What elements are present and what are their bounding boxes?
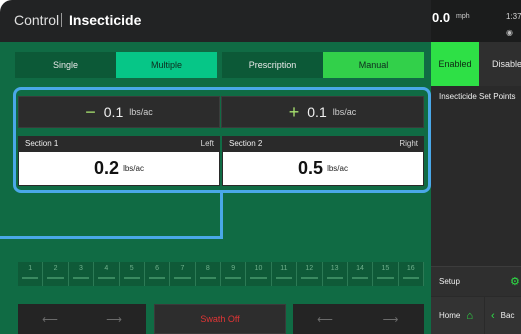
section-cell: 4 (94, 262, 120, 286)
section-number: 13 (330, 265, 339, 272)
section-cell: 6 (145, 262, 171, 286)
section-indicator (22, 277, 39, 279)
section-number: 11 (280, 265, 288, 272)
section-indicator (98, 277, 115, 279)
section-cell: 3 (69, 262, 95, 286)
callout-highlight (13, 87, 431, 193)
breadcrumb-separator (61, 13, 62, 27)
shift-left-button-2[interactable]: ⟵ (293, 304, 357, 334)
page-title: Insecticide (69, 12, 142, 28)
multiple-mode-button[interactable]: Multiple (116, 52, 217, 78)
section-number: 1 (28, 265, 33, 272)
swath-off-button[interactable]: Swath Off (154, 304, 286, 334)
section-number: 6 (155, 265, 160, 272)
section-indicator (123, 277, 140, 279)
section-number: 16 (406, 265, 415, 272)
section-indicator (377, 277, 394, 279)
section-number: 15 (381, 265, 390, 272)
manual-mode-button[interactable]: Manual (323, 52, 424, 78)
section-indicator (199, 277, 216, 279)
section-cell: 12 (297, 262, 323, 286)
home-button[interactable]: Home ⌂ (431, 297, 484, 334)
section-indicator (301, 277, 318, 279)
section-cell: 5 (120, 262, 145, 286)
section-number: 2 (53, 265, 58, 272)
section-indicator (148, 277, 166, 279)
back-button[interactable]: ‹ Bac (485, 297, 521, 334)
section-indicator (174, 277, 191, 279)
section-cell: 13 (323, 262, 348, 286)
single-mode-button[interactable]: Single (15, 52, 116, 78)
section-number: 3 (78, 265, 83, 272)
section-indicator (47, 277, 64, 279)
shift-right-button[interactable]: ⟶ (82, 304, 146, 334)
section-number: 5 (129, 265, 134, 272)
section-cell: 14 (348, 262, 374, 286)
section-number: 9 (231, 265, 236, 272)
insecticide-set-points[interactable]: Insecticide Set Points (439, 92, 519, 102)
back-label: Bac (500, 311, 515, 320)
section-number: 12 (305, 265, 314, 272)
section-cell: 1 (18, 262, 44, 286)
callout-line-horizontal (0, 236, 223, 239)
section-cell: 15 (373, 262, 399, 286)
section-number: 7 (180, 265, 185, 272)
setup-label: Setup (439, 277, 460, 286)
section-indicator (275, 277, 293, 279)
section-indicator (351, 277, 369, 279)
setup-button[interactable]: Setup ⚙ (431, 266, 521, 296)
chevron-left-icon: ‹ (491, 309, 495, 322)
section-cell: 2 (43, 262, 69, 286)
section-cell: 16 (399, 262, 424, 286)
section-indicator (250, 277, 267, 279)
speed-readout: 0.0 (432, 10, 451, 25)
section-indicator (402, 277, 419, 279)
section-status-bar: 1 2 3 4 5 6 7 8 9 10 11 12 13 14 15 16 (18, 262, 424, 286)
shift-right-button-2[interactable]: ⟶ (357, 304, 424, 334)
callout-line-vertical (220, 192, 223, 239)
section-indicator (225, 277, 242, 279)
section-number: 14 (356, 265, 364, 272)
disabled-button[interactable]: Disable (479, 42, 521, 86)
section-number: 10 (254, 265, 263, 272)
section-number: 4 (104, 265, 109, 272)
section-cell: 8 (196, 262, 221, 286)
home-label: Home (439, 311, 461, 320)
home-icon: ⌂ (466, 309, 473, 322)
title-bar: Control Insecticide (0, 0, 431, 42)
clock: 1:37 (506, 12, 521, 21)
prescription-mode-button[interactable]: Prescription (222, 52, 323, 78)
app-root: Control Insecticide 0.0 mph 1:37 ◉ Singl… (0, 0, 521, 334)
section-cell: 7 (170, 262, 196, 286)
gear-icon: ⚙ (510, 276, 520, 288)
section-cell: 10 (246, 262, 272, 286)
breadcrumb-control[interactable]: Control (14, 12, 59, 28)
section-cell: 9 (221, 262, 247, 286)
speed-unit: mph (456, 13, 470, 20)
section-indicator (72, 277, 90, 279)
section-indicator (326, 277, 343, 279)
shift-left-button[interactable]: ⟵ (18, 304, 82, 334)
gps-icon: ◉ (506, 28, 513, 37)
enabled-button[interactable]: Enabled (431, 42, 479, 86)
section-cell: 11 (272, 262, 298, 286)
section-number: 8 (205, 265, 210, 272)
